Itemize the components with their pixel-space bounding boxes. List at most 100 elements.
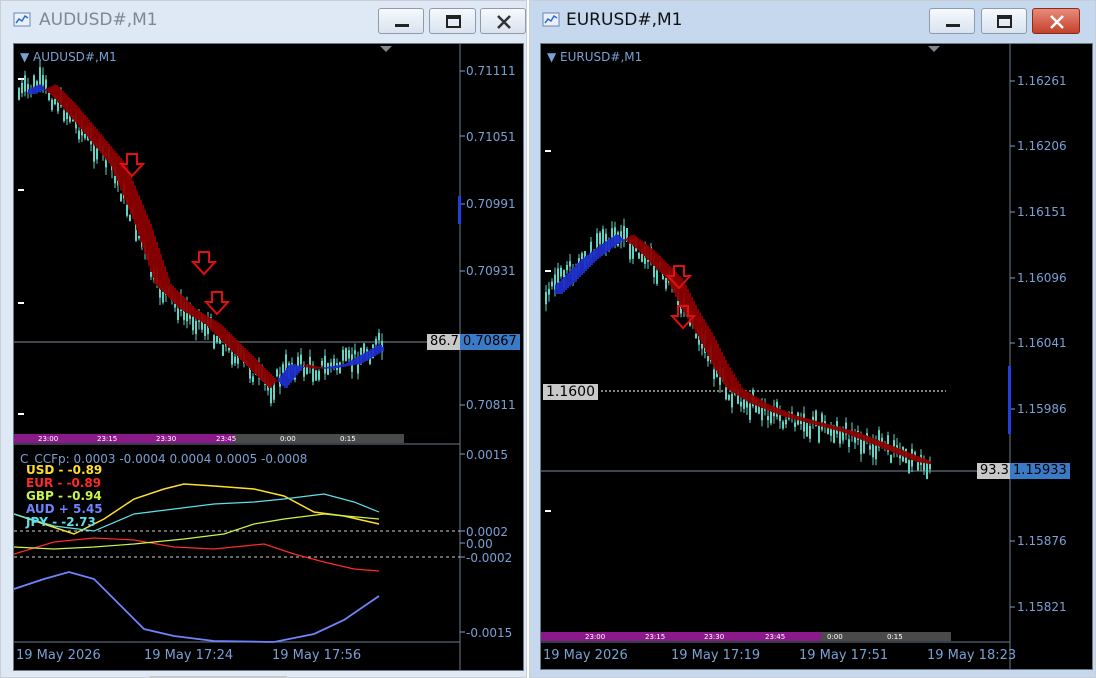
eurusd-chart-area[interactable]: ▼ EURUSD#,M1 1.16261 1.16206 1.16151 1.1… [540,43,1093,670]
candle-body [602,229,604,244]
ribbon-segment [158,248,160,288]
eurusd-price-chart[interactable] [541,44,1093,670]
candle-body [740,401,742,407]
ribbon-segment [34,86,36,94]
candle-body [231,352,233,365]
ribbon-segment [186,300,188,314]
ribbon-segment [244,348,246,364]
ribbon-segment [685,285,687,316]
close-icon [1050,15,1064,29]
candle-body [770,411,772,424]
ribbon-segment [132,180,134,220]
candle-body [728,395,730,400]
ribbon-segment [861,433,863,440]
candle-body [93,144,95,162]
ribbon-segment [254,358,256,374]
ribbon-segment [747,392,749,402]
ribbon-segment [579,261,581,277]
ribbon-segment [222,326,224,342]
indicator-tick: 0.0015 [466,448,508,462]
ribbon-segment [346,362,348,367]
candle-body [809,426,811,439]
ribbon-segment [577,263,579,279]
candle-body [908,460,910,474]
ribbon-segment [923,458,925,464]
minimize-button[interactable] [929,8,975,34]
ribbon-segment [370,349,372,359]
ribbon-segment [284,370,286,388]
ribbon-segment [42,87,44,91]
ribbon-segment [911,453,913,460]
indicator-tick: -0.0002 [466,551,513,565]
ribbon-segment [587,254,589,269]
ribbon-segment [100,134,102,154]
ribbon-segment [106,141,108,161]
window-titlebar[interactable]: EURUSD#,M1 [530,1,1095,39]
ribbon-segment [204,314,206,324]
ribbon-segment [46,88,48,91]
ribbon-segment [825,423,827,428]
candle-body [656,270,658,284]
window-titlebar[interactable]: AUDUSD#,M1 [1,1,526,39]
ribbon-segment [765,402,767,410]
ribbon-segment [889,444,891,452]
ribbon-segment [266,370,268,386]
candle-body [213,335,215,349]
ribbon-segment [839,427,841,432]
symbol-label: ▼ EURUSD#,M1 [547,50,643,64]
ribbon-segment [152,230,154,278]
ribbon-segment [176,290,178,306]
ribbon-segment [78,107,80,127]
ribbon-segment [915,455,917,462]
ribbon-segment [869,436,871,444]
maximize-button[interactable] [429,8,476,34]
ribbon-segment [573,267,575,283]
ribbon-segment [286,367,288,388]
ribbon-segment [843,428,845,433]
ribbon-segment [559,280,561,294]
audusd-chart-window[interactable]: AUDUSD#,M1 ▼ AUDUSD#,M1 0.71111 0.71051 … [0,0,527,678]
ribbon-segment [627,237,629,243]
minimize-icon [946,24,960,27]
ribbon-segment [250,354,252,370]
candle-body [818,425,820,443]
maximize-icon [446,15,461,28]
ribbon-segment [220,324,222,340]
time-label: 23:30 [156,435,177,443]
ribbon-segment [168,278,170,298]
ribbon-segment [114,150,116,176]
currency-eur: EUR - -0.89 [26,476,102,490]
ribbon-segment [334,365,336,369]
ribbon-segment [342,364,344,367]
ribbon-segment [777,408,779,415]
ribbon-segment [603,242,605,255]
audusd-chart-area[interactable]: ▼ AUDUSD#,M1 0.71111 0.71051 0.70991 0.7… [13,43,524,671]
candle-body [234,356,236,364]
ribbon-segment [236,340,238,356]
candle-body [333,358,335,367]
candle-body [120,193,122,202]
close-button[interactable] [1032,8,1080,34]
close-button[interactable] [480,8,526,34]
time-label: 23:00 [38,435,59,443]
date-label: 19 May 17:51 [799,648,889,663]
minimize-button[interactable] [378,8,424,34]
ribbon-segment [264,368,266,384]
maximize-button[interactable] [981,8,1027,34]
ribbon-segment [88,119,90,139]
ribbon-segment [316,366,318,369]
date-label: 19 May 17:24 [144,648,234,663]
ribbon-segment [721,352,723,381]
ribbon-segment [727,364,729,390]
ribbon-segment [118,155,120,186]
candle-body [749,403,751,420]
ribbon-segment [154,236,156,284]
ribbon-segment [791,413,793,419]
eurusd-chart-window[interactable]: EURUSD#,M1 ▼ EURUSD#,M1 1.16261 1.16206 … [529,0,1096,678]
ribbon-segment [885,443,887,450]
audusd-price-chart[interactable] [14,44,524,671]
candle-body [282,364,284,374]
ribbon-segment [52,85,54,97]
ribbon-segment [785,411,787,418]
ribbon-segment [891,445,893,452]
